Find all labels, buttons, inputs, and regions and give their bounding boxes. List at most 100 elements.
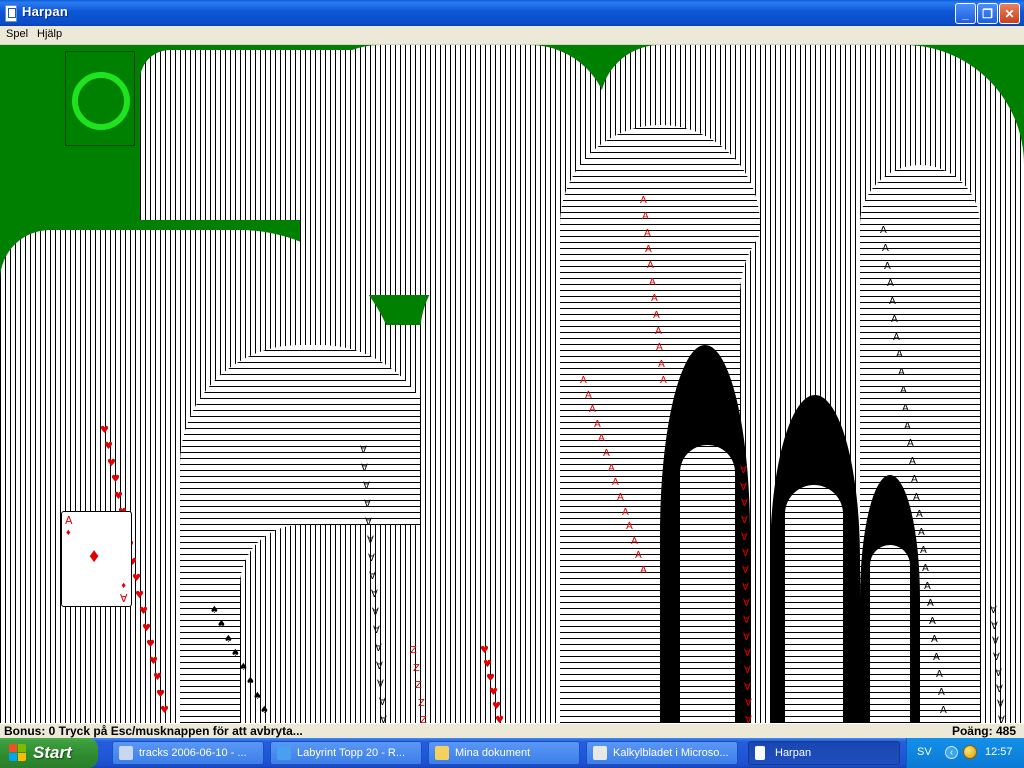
card-trail-glyph: A [918, 527, 925, 538]
card-trail-glyph: A [635, 550, 642, 561]
task-label: Labyrint Topp 20 - R... [297, 747, 406, 759]
taskbar-item-labyrint[interactable]: Labyrint Topp 20 - R... [270, 741, 422, 765]
close-button[interactable]: ✕ [999, 3, 1020, 24]
card-trail-glyph: ∀ [993, 652, 1000, 663]
card-trail-glyph: ∀ [740, 482, 747, 493]
card-trail-glyph: ♥ [146, 639, 155, 650]
card-trail-glyph: ♥ [149, 656, 158, 667]
card-trail-glyph: ♥ [486, 673, 495, 684]
card-trail-glyph: ♠ [217, 619, 226, 630]
card-trail-glyph: ∀ [373, 625, 380, 636]
card-trail-glyph: ∀ [745, 715, 752, 723]
card-trail-glyph: Z [413, 663, 420, 674]
card-trail-glyph: A [893, 332, 900, 343]
score-display: Poäng: 485 [951, 724, 1016, 738]
card-trail-glyph: A [598, 433, 605, 444]
card-trail-glyph: ♥ [139, 606, 148, 617]
card-trail-glyph: A [594, 419, 601, 430]
card-trail-glyph: Z [420, 715, 427, 723]
language-indicator[interactable]: SV [917, 746, 932, 758]
card-trail-glyph: ♥ [480, 645, 489, 656]
card-trail-glyph: ∀ [995, 668, 1002, 679]
card-trail-glyph: ∀ [365, 517, 372, 528]
tray-expand-icon[interactable]: ‹ [945, 746, 958, 759]
card-trail-glyph: A [631, 536, 638, 547]
card-trail-glyph: A [916, 509, 923, 520]
card-trail-glyph: A [622, 507, 629, 518]
maximize-button[interactable]: ❐ [977, 3, 998, 24]
card-trail-glyph: A [922, 563, 929, 574]
card-trail-glyph: ♠ [253, 691, 262, 702]
windows-logo-icon [9, 744, 27, 762]
taskbar-item-mina-dokument[interactable]: Mina dokument [428, 741, 580, 765]
card-trail-glyph: A [889, 296, 896, 307]
card-trail-glyph: ∀ [742, 548, 749, 559]
folder-icon [435, 746, 449, 760]
card-trail-glyph: Z [418, 698, 425, 709]
card-trail-glyph: A [882, 243, 889, 254]
card-trail-glyph: Z [410, 645, 417, 656]
card-trail-glyph: A [887, 278, 894, 289]
card-trail-glyph: A [640, 565, 647, 576]
card-trail-glyph: A [649, 277, 656, 288]
card-trail-glyph: A [626, 521, 633, 532]
task-label: Mina dokument [455, 747, 531, 759]
card-trail-glyph: ♥ [107, 458, 116, 469]
task-label: Kalkylbladet i Microso... [613, 747, 729, 759]
card-trail-glyph: ∀ [998, 715, 1005, 723]
game-board[interactable]: ♥ ♥ ♥ ♥ ♥ ♥ ♥ ♥ ♥ ♥ ♥ ♥ ♥ ♥ ♥ ♥ ♥ ♥ ♠ ♠ ♠ ♠ ♠ ♠ ♠ ♠ ∀ ∀ ∀ ∀ ∀ ∀ ∀ ∀ ∀ ∀ ∀ ∀ ∀ ∀… [0, 45, 1024, 723]
diamond-icon: ♦ [121, 580, 126, 590]
card-trail-glyph: ∀ [375, 643, 382, 654]
card-trail-glyph: ∀ [991, 621, 998, 632]
card-trail-glyph: ∀ [369, 571, 376, 582]
menu-hjalp[interactable]: Hjälp [37, 28, 62, 40]
task-label: tracks 2006-06-10 - ... [139, 747, 247, 759]
card-trail-glyph: ∀ [743, 598, 750, 609]
minimize-button[interactable]: _ [955, 3, 976, 24]
taskbar-item-tracks[interactable]: tracks 2006-06-10 - ... [112, 741, 264, 765]
card-trail-glyph: A [640, 195, 647, 206]
clock[interactable]: 12:57 [985, 746, 1013, 758]
card-trail-glyph: A [907, 438, 914, 449]
card-trail-glyph: ∀ [364, 499, 371, 510]
card-trail-glyph: A [880, 225, 887, 236]
card-trail-glyph: A [940, 705, 947, 716]
browser-icon [277, 746, 291, 760]
taskbar-item-harpan[interactable]: Harpan [748, 741, 900, 765]
menu-spel[interactable]: Spel [6, 28, 28, 40]
card-trail-glyph: A [929, 616, 936, 627]
card-glyphs: ♥ ♥ ♥ ♥ ♥ ♥ ♥ ♥ ♥ ♥ ♥ ♥ ♥ ♥ ♥ ♥ ♥ ♥ ♠ ♠ ♠ ♠ ♠ ♠ ♠ ♠ ∀ ∀ ∀ ∀ ∀ ∀ ∀ ∀ ∀ ∀ ∀ ∀ ∀ ∀… [0, 45, 1024, 723]
card-trail-glyph: A [913, 492, 920, 503]
card-trail-glyph: ∀ [376, 661, 383, 672]
card-trail-glyph: ∀ [997, 699, 1004, 710]
card-trail-glyph: A [660, 375, 667, 386]
card-trail-glyph: A [655, 326, 662, 337]
card-trail-glyph: A [902, 403, 909, 414]
card-trail-glyph: A [580, 375, 587, 386]
card-trail-glyph: A [911, 474, 918, 485]
system-tray: SV ‹ 12:57 [906, 738, 1024, 768]
title-bar[interactable]: Harpan _ ❐ ✕ [0, 0, 1024, 26]
network-globe-icon[interactable] [963, 745, 977, 759]
menu-bar: Spel Hjälp [0, 26, 1024, 45]
card-trail-glyph: ♥ [492, 701, 501, 712]
card-trail-glyph: A [608, 463, 615, 474]
card-trail-glyph: A [651, 293, 658, 304]
card-trail-glyph: ♥ [132, 573, 141, 584]
card-trail-glyph: ∀ [742, 582, 749, 593]
card-trail-glyph: ∀ [741, 532, 748, 543]
card-trail-glyph: ∀ [361, 463, 368, 474]
card-trail-glyph: ∀ [372, 607, 379, 618]
card-trail-glyph: A [891, 314, 898, 325]
cards-icon [755, 746, 765, 760]
taskbar-item-kalkylbladet[interactable]: Kalkylbladet i Microso... [586, 741, 738, 765]
card-trail-glyph: ∀ [360, 445, 367, 456]
card-trail-glyph: ♥ [495, 715, 504, 723]
card-trail-glyph: A [645, 244, 652, 255]
status-bar: Bonus: 0 Tryck på Esc/musknappen för att… [0, 723, 1024, 738]
card-trail-glyph: Z [415, 680, 422, 691]
document-icon [593, 746, 607, 760]
card-trail-glyph: ♠ [246, 676, 255, 687]
start-button[interactable]: Start [0, 738, 98, 768]
card-trail-glyph: A [931, 634, 938, 645]
